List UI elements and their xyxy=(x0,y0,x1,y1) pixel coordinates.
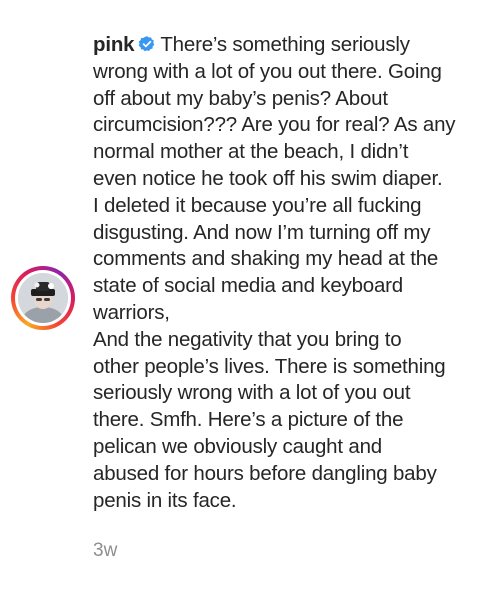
caption-line: I deleted it because you’re all fucking xyxy=(93,193,422,217)
caption-line: penis in its face. xyxy=(93,488,237,512)
comment-caption: pink There’s something seriously wrong wi… xyxy=(93,32,478,514)
instagram-comment: pink There’s something seriously wrong wi… xyxy=(0,0,490,595)
caption-line: comments and shaking my head at the xyxy=(93,247,439,271)
caption-line: warriors, xyxy=(93,300,170,324)
caption-line: normal mother at the beach, I didn’t xyxy=(93,140,409,164)
caption-line: pelican we obviously caught and xyxy=(93,434,382,458)
story-ring[interactable] xyxy=(11,266,75,330)
username[interactable]: pink xyxy=(93,33,135,56)
caption-line: abused for hours before dangling baby xyxy=(93,461,437,485)
caption-line: There’s something seriously xyxy=(160,33,410,56)
avatar[interactable] xyxy=(18,273,68,323)
caption-first-line: pink There’s something seriously xyxy=(93,32,478,59)
caption-line: even notice he took off his swim diaper. xyxy=(93,166,443,190)
caption-line: disgusting. And now I’m turning off my xyxy=(93,220,431,244)
caption-line: other people’s lives. There is something xyxy=(93,354,446,378)
caption-line: off about my baby’s penis? About xyxy=(93,86,388,110)
caption-line: circumcision??? Are you for real? As any xyxy=(93,113,456,137)
avatar-photo-icon xyxy=(18,273,68,323)
caption-line: state of social media and keyboard xyxy=(93,274,403,298)
timestamp[interactable]: 3w xyxy=(93,540,117,562)
caption-line: there. Smfh. Here’s a picture of the xyxy=(93,408,404,432)
caption-line: wrong with a lot of you out there. Going xyxy=(93,59,442,83)
caption-line: And the negativity that you bring to xyxy=(93,327,402,351)
caption-line: seriously wrong with a lot of you out xyxy=(93,381,411,405)
verified-badge-icon xyxy=(138,34,156,52)
